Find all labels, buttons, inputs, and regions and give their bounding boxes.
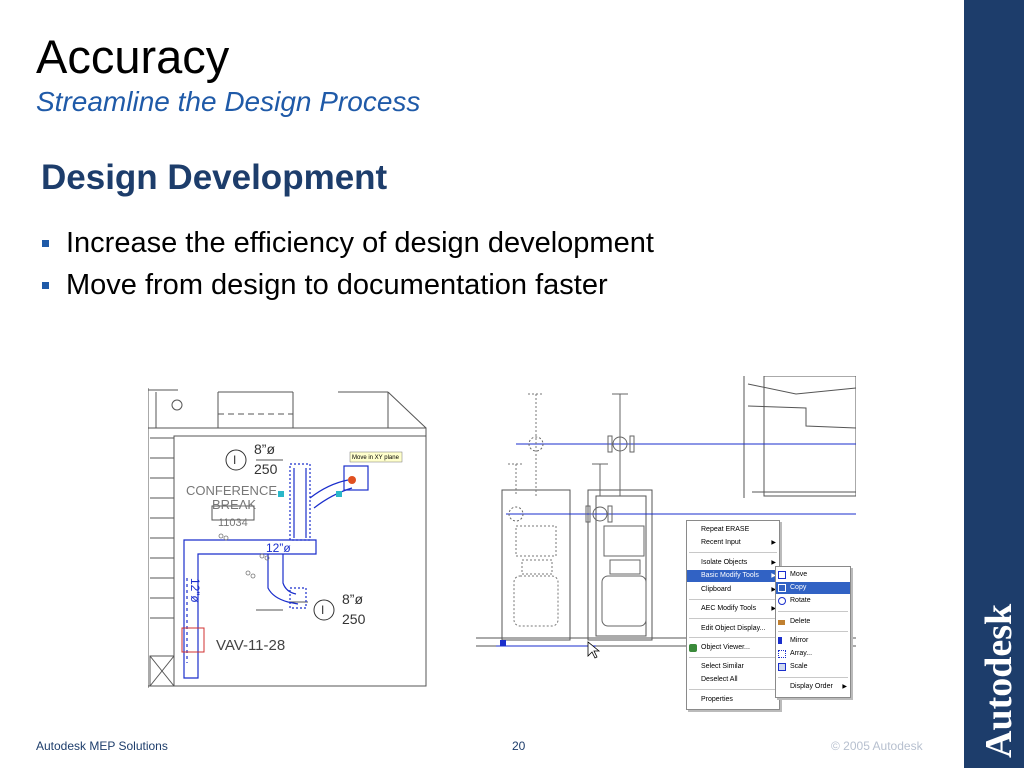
slide-subtitle: Streamline the Design Process xyxy=(36,86,421,117)
menu-item-label: Copy xyxy=(790,584,807,591)
object-viewer-icon xyxy=(689,644,697,652)
scale-icon xyxy=(778,663,786,671)
menu-item-aec-modify-tools[interactable]: AEC Modify Tools ▶ xyxy=(687,603,779,615)
room-name-2: BREAK xyxy=(212,497,256,512)
menu-item-deselect-all[interactable]: Deselect All xyxy=(687,674,779,686)
bullet-list: Increase the efficiency of design develo… xyxy=(42,222,654,306)
bullet-text: Move from design to documentation faster xyxy=(66,268,608,301)
floor-plan-drawing: I 8”ø 250 CONFERENCE BREAK 11034 I 8”ø 2… xyxy=(148,388,427,688)
size-label-2: 8”ø xyxy=(342,591,363,607)
room-name-1: CONFERENCE xyxy=(186,483,277,498)
context-menu: Repeat ERASE Recent Input ▶ Isolate Objec… xyxy=(686,520,780,710)
autodesk-logo: Autodesk xyxy=(978,603,1020,758)
menu-item-label: Repeat ERASE xyxy=(701,526,750,533)
menu-item-label: Edit Object Display... xyxy=(701,625,766,632)
menu-item-label: Deselect All xyxy=(701,676,738,683)
menu-item-label: Scale xyxy=(790,663,808,670)
square-bullet-icon xyxy=(42,239,49,247)
menu-item-basic-modify-tools[interactable]: Basic Modify Tools ▶ xyxy=(687,570,779,582)
submenu-item-delete[interactable]: Delete xyxy=(776,616,850,628)
page-number: 20 xyxy=(512,739,526,753)
cfm-label-1: 250 xyxy=(254,461,278,477)
menu-separator xyxy=(778,677,848,678)
menu-separator xyxy=(778,611,848,612)
menu-item-label: Basic Modify Tools xyxy=(701,572,759,579)
array-icon xyxy=(778,650,786,658)
menu-item-label: Select Similar xyxy=(701,663,744,670)
cfm-label-2: 250 xyxy=(342,611,366,627)
bullet-item: Increase the efficiency of design develo… xyxy=(42,222,654,264)
submenu-item-move[interactable]: Move xyxy=(776,569,850,581)
square-bullet-icon xyxy=(42,281,49,289)
section-heading: Design Development xyxy=(41,158,388,197)
tag-2: I xyxy=(321,603,324,617)
submenu-item-mirror[interactable]: Mirror xyxy=(776,635,850,647)
submenu-arrow-icon: ▶ xyxy=(842,684,847,690)
menu-item-label: Delete xyxy=(790,618,811,625)
menu-separator xyxy=(689,637,777,638)
footer-left: Autodesk MEP Solutions xyxy=(36,739,168,753)
size-label-1: 8”ø xyxy=(254,441,275,457)
copyright: © 2005 Autodesk xyxy=(831,739,923,753)
menu-item-object-viewer[interactable]: Object Viewer... xyxy=(687,642,779,654)
duct-size-1: 12”ø xyxy=(266,541,291,555)
move-icon xyxy=(778,571,786,579)
menu-item-label: Display Order xyxy=(790,683,833,690)
tag-1: I xyxy=(233,453,236,467)
menu-item-label: Isolate Objects xyxy=(701,559,748,566)
menu-item-edit-object-display[interactable]: Edit Object Display... xyxy=(687,623,779,635)
menu-separator xyxy=(689,657,777,658)
mirror-icon xyxy=(778,637,786,644)
menu-item-label: Mirror xyxy=(790,637,809,644)
menu-separator xyxy=(689,618,777,619)
room-number: 11034 xyxy=(218,517,248,529)
menu-item-label: Object Viewer... xyxy=(701,644,750,651)
equipment-label: VAV-11-28 xyxy=(216,637,285,654)
basic-modify-submenu: Move Copy Rotate Delete Mirror Array... … xyxy=(775,566,851,698)
eraser-icon xyxy=(778,620,785,625)
submenu-item-array[interactable]: Array... xyxy=(776,648,850,660)
bullet-text: Increase the efficiency of design develo… xyxy=(66,226,654,259)
rotate-icon xyxy=(778,597,786,605)
menu-item-select-similar[interactable]: Select Similar xyxy=(687,661,779,673)
menu-item-label: Array... xyxy=(790,650,813,657)
menu-item-recent-input[interactable]: Recent Input ▶ xyxy=(687,537,779,549)
submenu-item-copy[interactable]: Copy xyxy=(776,582,850,594)
autodesk-logo-text: Autodesk xyxy=(978,603,1020,758)
menu-item-properties[interactable]: Properties xyxy=(687,694,779,706)
menu-item-label: Rotate xyxy=(790,597,811,604)
menu-separator xyxy=(689,689,777,690)
menu-item-clipboard[interactable]: Clipboard ▶ xyxy=(687,584,779,596)
menu-item-label: Move xyxy=(790,571,808,578)
menu-separator xyxy=(689,599,777,600)
move-tooltip: Move in XY plane xyxy=(352,455,400,461)
submenu-item-display-order[interactable]: Display Order ▶ xyxy=(776,681,850,693)
submenu-item-scale[interactable]: Scale xyxy=(776,661,850,673)
menu-item-label: AEC Modify Tools xyxy=(701,605,757,612)
copy-icon xyxy=(778,584,786,592)
slide-title: Accuracy xyxy=(36,30,230,83)
menu-item-label: Recent Input xyxy=(701,539,741,546)
menu-item-label: Clipboard xyxy=(701,586,731,593)
duct-size-2: 12”ø xyxy=(188,578,202,603)
submenu-item-rotate[interactable]: Rotate xyxy=(776,595,850,607)
menu-item-isolate-objects[interactable]: Isolate Objects ▶ xyxy=(687,557,779,569)
bullet-item: Move from design to documentation faster xyxy=(42,264,654,306)
menu-item-label: Properties xyxy=(701,696,733,703)
menu-item-repeat-erase[interactable]: Repeat ERASE xyxy=(687,524,779,536)
submenu-arrow-icon: ▶ xyxy=(771,540,776,546)
menu-separator xyxy=(689,552,777,553)
menu-separator xyxy=(778,631,848,632)
